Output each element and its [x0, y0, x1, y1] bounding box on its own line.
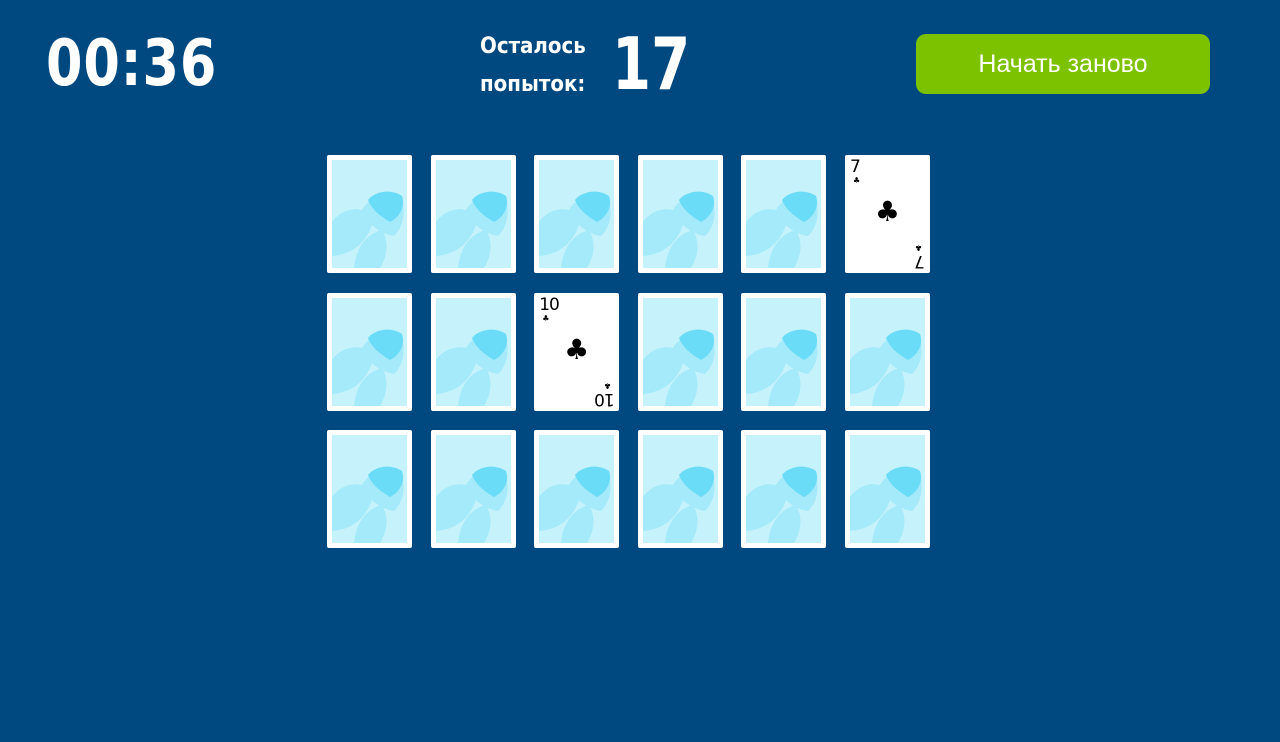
card-face-down[interactable]: [327, 292, 412, 411]
card-face-up[interactable]: 10 ♣ ♣ ♣ 10: [534, 292, 620, 411]
card-face-down[interactable]: [430, 155, 516, 273]
restart-button[interactable]: Начать заново: [916, 34, 1210, 94]
leaf-pattern-icon: [539, 435, 615, 543]
leaf-pattern-icon: [435, 297, 511, 406]
leaf-pattern-icon: [746, 160, 822, 268]
leaf-pattern-icon: [849, 435, 925, 543]
attempts-count: 17: [612, 22, 691, 106]
leaf-pattern-icon: [642, 435, 718, 543]
card-face-down[interactable]: [741, 155, 827, 273]
clubs-icon: ♣: [874, 195, 901, 228]
leaf-pattern-icon: [746, 435, 822, 543]
clubs-icon: ♣: [542, 313, 550, 323]
card-rank: 10: [539, 294, 560, 315]
card-rank: 7: [915, 251, 925, 271]
card-face-down[interactable]: [637, 430, 723, 548]
card-face-down[interactable]: [327, 430, 412, 548]
card-face-down[interactable]: [844, 430, 930, 548]
leaf-pattern-icon: [746, 297, 822, 406]
card-face-down[interactable]: [637, 155, 723, 273]
card-face-down[interactable]: [534, 155, 620, 273]
card-rank: 7: [849, 157, 861, 177]
card-face-down[interactable]: [430, 430, 516, 548]
leaf-pattern-icon: [435, 160, 511, 268]
card-face-down[interactable]: [637, 292, 723, 411]
clubs-icon: ♣: [604, 380, 612, 390]
attempts-counter: Осталось попыток: 17: [480, 26, 712, 106]
card-face-down[interactable]: [844, 292, 930, 411]
leaf-pattern-icon: [332, 435, 407, 543]
game-screen: 00:36 Осталось попыток: 17 Начать заново…: [0, 0, 1280, 742]
card-face-down[interactable]: [741, 430, 827, 548]
attempts-label: Осталось попыток:: [480, 34, 586, 97]
clubs-icon: ♣: [914, 243, 922, 252]
card-face-down[interactable]: [741, 292, 827, 411]
card-face-down[interactable]: [327, 155, 412, 273]
card-board: 7 ♣ ♣ ♣ 7 10 ♣ ♣ ♣ 10: [327, 155, 930, 548]
leaf-pattern-icon: [642, 297, 718, 406]
leaf-pattern-icon: [332, 160, 407, 268]
leaf-pattern-icon: [539, 160, 615, 268]
card-face-down[interactable]: [534, 430, 620, 548]
card-rank: 10: [594, 388, 615, 409]
leaf-pattern-icon: [435, 435, 511, 543]
card-face-up[interactable]: 7 ♣ ♣ ♣ 7: [844, 155, 930, 273]
card-face-down[interactable]: [430, 292, 516, 411]
leaf-pattern-icon: [332, 297, 407, 406]
clubs-icon: ♣: [852, 176, 861, 185]
leaf-pattern-icon: [849, 297, 925, 406]
leaf-pattern-icon: [642, 160, 718, 268]
clubs-icon: ♣: [564, 332, 590, 366]
timer: 00:36: [46, 27, 218, 101]
